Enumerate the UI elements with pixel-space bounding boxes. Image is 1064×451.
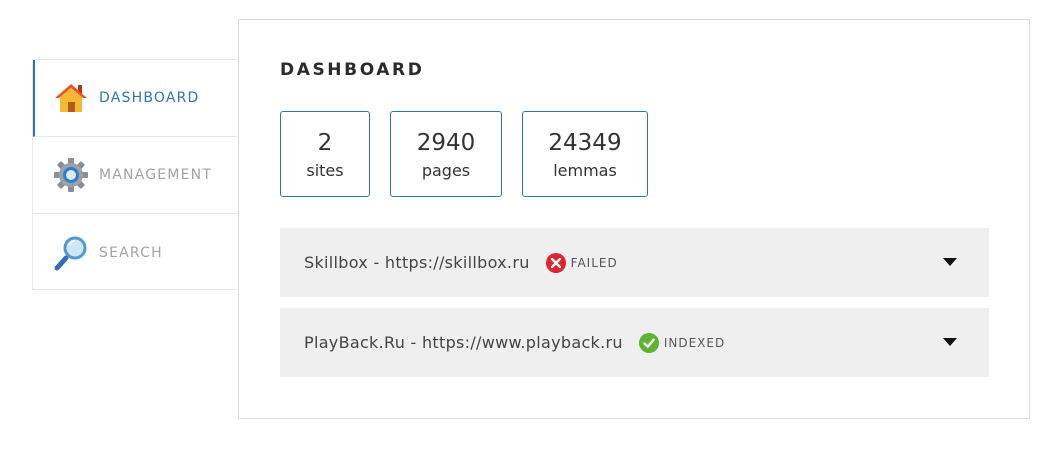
status-label: FAILED [570,255,618,270]
stat-card-sites: 2 sites [280,111,370,197]
status-badge: FAILED [545,252,618,273]
site-name: PlayBack.Ru - https://www.playback.ru [304,333,623,352]
sidebar-item-dashboard[interactable]: DASHBOARD [33,60,237,137]
site-row-playback[interactable]: PlayBack.Ru - https://www.playback.ru IN… [280,308,989,377]
chevron-down-icon[interactable] [943,338,957,346]
sidebar-item-search[interactable]: SEARCH [33,214,237,291]
stat-value: 2 [317,129,333,156]
home-icon [53,80,89,116]
stat-card-pages: 2940 pages [390,111,502,197]
check-icon [638,332,659,353]
site-name: Skillbox - https://skillbox.ru [304,253,530,272]
sidebar-item-label: DASHBOARD [99,90,200,106]
gear-icon [53,157,89,193]
stat-value: 24349 [548,129,622,156]
chevron-down-icon[interactable] [943,258,957,266]
stat-card-lemmas: 24349 lemmas [522,111,648,197]
stat-label: sites [306,160,344,180]
status-label: INDEXED [663,335,726,350]
dashboard-panel: DASHBOARD 2 sites 2940 pages 24349 lemma… [238,19,1030,419]
stat-label: lemmas [553,160,617,180]
sidebar-item-label: MANAGEMENT [99,167,213,183]
stat-value: 2940 [416,129,476,156]
page-title: DASHBOARD [280,60,425,80]
stats-row: 2 sites 2940 pages 24349 lemmas [280,111,668,197]
site-row-skillbox[interactable]: Skillbox - https://skillbox.ru FAILED [280,228,989,297]
sidebar: DASHBOARD MANAGEMENT SEARCH [32,59,237,290]
sidebar-item-label: SEARCH [99,244,163,261]
error-icon [545,252,566,273]
magnifier-icon [53,235,89,271]
status-badge: INDEXED [638,332,726,353]
sidebar-item-management[interactable]: MANAGEMENT [33,137,237,214]
stat-label: pages [421,160,471,180]
